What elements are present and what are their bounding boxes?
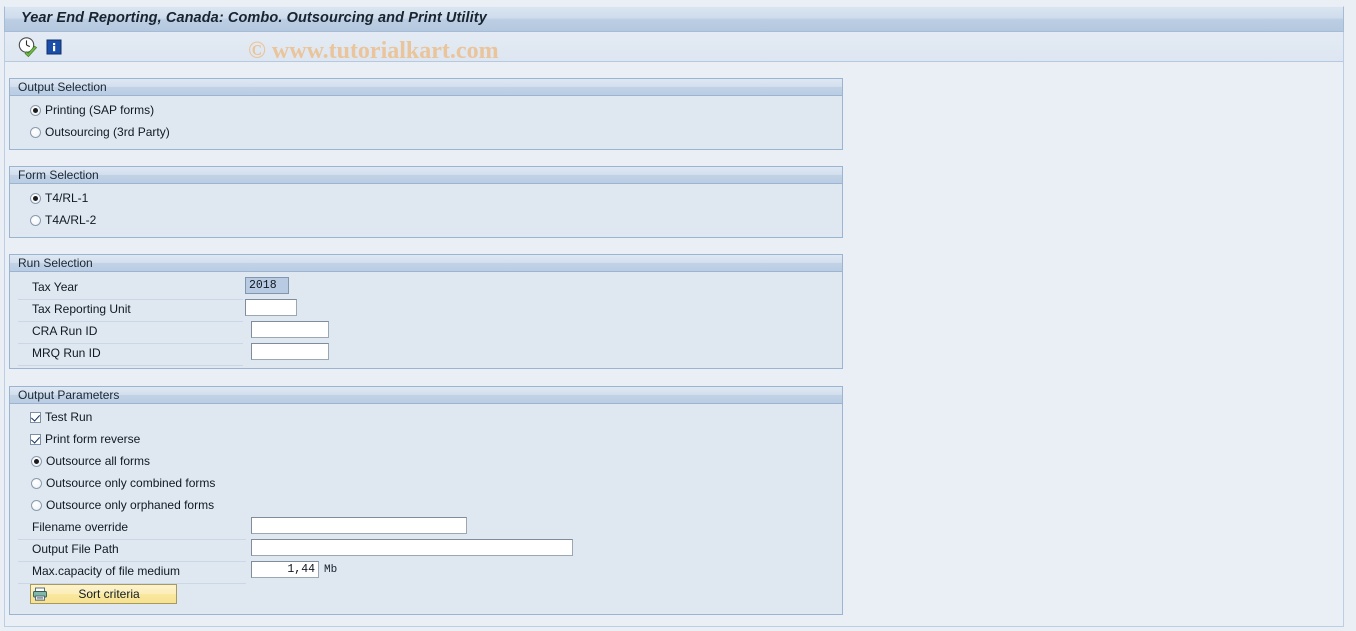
checkbox-print-form-reverse[interactable]: Print form reverse	[30, 430, 140, 448]
output-file-path-input[interactable]	[251, 539, 573, 556]
group-body-output-parameters: Test Run Print form reverse Outsource al…	[10, 404, 842, 614]
field-label: Tax Year	[32, 280, 79, 294]
row-divider	[18, 321, 243, 322]
radio-indicator	[30, 192, 41, 204]
group-body-form-selection: T4/RL-1 T4A/RL-2	[10, 184, 842, 237]
checkbox-test-run[interactable]: Test Run	[30, 408, 92, 426]
radio-t4a-rl2[interactable]: T4A/RL-2	[30, 211, 96, 229]
max-capacity-input[interactable]	[251, 561, 319, 578]
group-header-output-selection: Output Selection	[10, 79, 842, 96]
page-title: Year End Reporting, Canada: Combo. Outso…	[21, 10, 487, 26]
printer-sort-icon	[32, 586, 48, 602]
information-icon[interactable]	[43, 36, 65, 58]
checkbox-label: Test Run	[45, 410, 93, 424]
checkbox-label: Print form reverse	[45, 432, 141, 446]
radio-label: Outsource all forms	[46, 454, 151, 468]
radio-indicator	[31, 455, 42, 467]
sort-criteria-label: Sort criteria	[78, 587, 140, 601]
max-capacity-unit: Mb	[324, 564, 338, 576]
radio-indicator	[30, 126, 41, 138]
radio-outsourcing-3rd-party[interactable]: Outsourcing (3rd Party)	[30, 123, 170, 141]
group-header-form-selection: Form Selection	[10, 167, 842, 184]
radio-printing-sap-forms[interactable]: Printing (SAP forms)	[30, 101, 154, 119]
group-header-run-selection: Run Selection	[10, 255, 842, 272]
group-title: Form Selection	[18, 168, 99, 182]
checkbox-indicator	[30, 433, 41, 445]
group-run-selection: Run Selection Tax Year Tax Reporting Uni…	[9, 254, 843, 369]
radio-label: Outsource only orphaned forms	[46, 498, 215, 512]
filename-override-input[interactable]	[251, 517, 467, 534]
field-label: Max.capacity of file medium	[32, 564, 181, 578]
group-title: Run Selection	[18, 256, 93, 270]
group-header-output-parameters: Output Parameters	[10, 387, 842, 404]
group-body-output-selection: Printing (SAP forms) Outsourcing (3rd Pa…	[10, 96, 842, 149]
field-label: Output File Path	[32, 542, 119, 556]
radio-outsource-only-combined-forms[interactable]: Outsource only combined forms	[31, 474, 215, 492]
checkbox-indicator	[30, 411, 41, 423]
watermark-text: © www.tutorialkart.com	[248, 38, 499, 64]
radio-label: T4/RL-1	[45, 191, 89, 205]
radio-t4-rl1[interactable]: T4/RL-1	[30, 189, 88, 207]
radio-indicator	[30, 214, 41, 226]
radio-outsource-all-forms[interactable]: Outsource all forms	[31, 452, 150, 470]
window-title-bar: Year End Reporting, Canada: Combo. Outso…	[4, 6, 1344, 32]
field-label: Tax Reporting Unit	[32, 302, 131, 316]
field-label: MRQ Run ID	[32, 346, 101, 360]
row-divider	[18, 299, 243, 300]
radio-label: Outsource only combined forms	[46, 476, 216, 490]
radio-label: T4A/RL-2	[45, 213, 97, 227]
mrq-run-id-input[interactable]	[251, 343, 329, 360]
sap-application-window: Year End Reporting, Canada: Combo. Outso…	[0, 0, 1356, 631]
row-divider	[18, 343, 243, 344]
selection-screen-content: Output Selection Printing (SAP forms) Ou…	[4, 62, 1344, 627]
radio-indicator	[31, 499, 42, 511]
tax-year-input[interactable]	[245, 277, 289, 294]
radio-label: Printing (SAP forms)	[45, 103, 155, 117]
row-divider	[18, 561, 246, 562]
execute-icon[interactable]	[17, 36, 39, 58]
group-form-selection: Form Selection T4/RL-1 T4A/RL-2	[9, 166, 843, 238]
group-title: Output Parameters	[18, 388, 120, 402]
group-title: Output Selection	[18, 80, 107, 94]
tax-reporting-unit-input[interactable]	[245, 299, 297, 316]
radio-outsource-only-orphaned-forms[interactable]: Outsource only orphaned forms	[31, 496, 214, 514]
application-toolbar	[4, 32, 1344, 62]
group-body-run-selection: Tax Year Tax Reporting Unit CRA Run ID	[10, 272, 842, 368]
group-output-selection: Output Selection Printing (SAP forms) Ou…	[9, 78, 843, 150]
field-label: CRA Run ID	[32, 324, 98, 338]
row-divider	[18, 365, 243, 366]
cra-run-id-input[interactable]	[251, 321, 329, 338]
field-label: Filename override	[32, 520, 129, 534]
row-divider	[18, 539, 246, 540]
radio-indicator	[30, 104, 41, 116]
sort-criteria-button[interactable]: Sort criteria	[30, 584, 177, 604]
group-output-parameters: Output Parameters Test Run Print form re…	[9, 386, 843, 615]
radio-label: Outsourcing (3rd Party)	[45, 125, 170, 139]
radio-indicator	[31, 477, 42, 489]
